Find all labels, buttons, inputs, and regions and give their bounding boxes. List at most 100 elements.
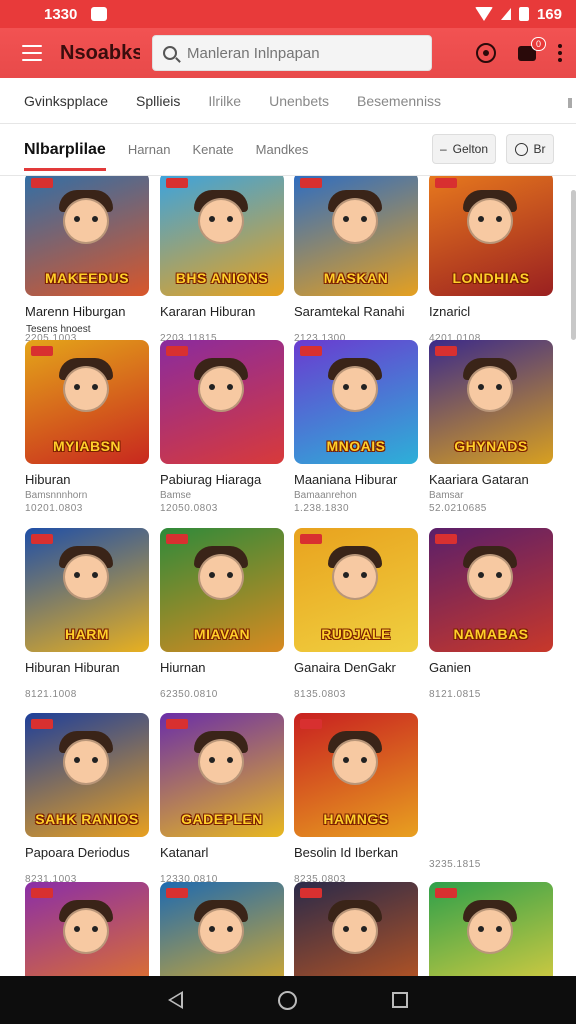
character-face bbox=[198, 739, 244, 785]
game-card[interactable]: LONDHIAS Iznaricl 4201.0108 bbox=[429, 176, 553, 344]
search-bar[interactable] bbox=[152, 35, 432, 71]
game-card[interactable]: 3235.1815 bbox=[429, 713, 553, 870]
thumbnail-tag bbox=[166, 888, 188, 898]
game-thumbnail[interactable]: NAMABAS bbox=[429, 528, 553, 652]
status-icons: 169 bbox=[474, 6, 562, 23]
game-card[interactable]: GHYNADS Kaariara Gataran Bamsar 52.0210685 bbox=[429, 340, 553, 514]
game-thumbnail[interactable]: MASKAN bbox=[294, 176, 418, 296]
game-title[interactable]: Kararan Hiburan bbox=[160, 304, 284, 319]
nav-item-5[interactable]: Besemenniss bbox=[357, 93, 441, 109]
thumbnail-tag bbox=[166, 534, 188, 544]
game-card[interactable]: MAKEEDUS Marenn Hiburgan 2205.1003 bbox=[25, 176, 149, 344]
thumbnail-title: MAKEEDUS bbox=[44, 270, 130, 286]
tab-3[interactable]: Kenate bbox=[192, 142, 233, 157]
sort-button[interactable]: Br bbox=[506, 134, 554, 164]
search-icon bbox=[163, 46, 177, 60]
search-input[interactable] bbox=[187, 44, 407, 62]
game-title[interactable]: Besolin Id Iberkan bbox=[294, 845, 418, 860]
game-thumbnail[interactable]: GADEPLEN bbox=[160, 713, 284, 837]
game-thumbnail[interactable]: NIVANAES bbox=[25, 882, 149, 976]
tab-4[interactable]: Mandkes bbox=[256, 142, 309, 157]
game-thumbnail[interactable]: HAEKICS bbox=[429, 882, 553, 976]
game-title[interactable]: Ganien bbox=[429, 660, 553, 675]
game-card[interactable]: MYIABSN Hiburan Bamsnnnhorn 10201.0803 bbox=[25, 340, 149, 514]
game-meta: 3235.1815 bbox=[429, 859, 481, 870]
game-card[interactable]: RUDJALE Ganaira DenGakr 8135.0803 bbox=[294, 528, 418, 700]
game-thumbnail[interactable]: HARM bbox=[25, 528, 149, 652]
game-title[interactable]: Katanarl bbox=[160, 845, 284, 860]
thumbnail-tag bbox=[435, 534, 457, 544]
game-thumbnail[interactable]: GHYNADS bbox=[429, 340, 553, 464]
game-card[interactable]: NIVANAES bbox=[25, 882, 149, 976]
back-icon[interactable] bbox=[167, 991, 183, 1009]
tab-active[interactable]: Nlbarplilae bbox=[24, 141, 106, 171]
filter-button[interactable]: – Gelton bbox=[432, 134, 496, 164]
game-title[interactable]: Iznaricl bbox=[429, 304, 553, 319]
game-title[interactable]: Saramtekal Ranahi bbox=[294, 304, 418, 319]
character-face bbox=[332, 198, 378, 244]
game-title[interactable]: Maaniana Hiburar bbox=[294, 472, 418, 487]
nav-item-3[interactable]: Ilrilke bbox=[208, 93, 241, 109]
game-card[interactable] bbox=[294, 882, 418, 976]
game-thumbnail[interactable]: RUDJALE bbox=[294, 528, 418, 652]
character-face bbox=[198, 366, 244, 412]
game-thumbnail[interactable]: MAKEEDUS bbox=[25, 176, 149, 296]
character-face bbox=[332, 908, 378, 954]
menu-icon[interactable] bbox=[22, 45, 42, 61]
game-card[interactable]: NAMABAS Ganien 8121.0815 bbox=[429, 528, 553, 700]
recents-icon[interactable] bbox=[392, 992, 409, 1008]
game-thumbnail[interactable]: MYIABSN bbox=[25, 340, 149, 464]
thumbnail-tag bbox=[31, 534, 53, 544]
game-title[interactable]: Kaariara Gataran bbox=[429, 472, 553, 487]
game-card[interactable]: SAHK RANIOS Papoara Deriodus 8231.1003 bbox=[25, 713, 149, 885]
game-thumbnail[interactable] bbox=[160, 340, 284, 464]
game-title[interactable]: Papoara Deriodus bbox=[25, 845, 149, 860]
thumbnail-title: HARM bbox=[65, 626, 109, 642]
game-meta: 52.0210685 bbox=[429, 503, 487, 514]
app-title: Nsoabks bbox=[60, 41, 140, 64]
nav-item-4[interactable]: Unenbets bbox=[269, 93, 329, 109]
game-card[interactable]: GADEPLEN Katanarl 12330.0810 bbox=[160, 713, 284, 885]
game-card[interactable]: MNOAIS Maaniana Hiburar Bamaanrehon 1.238.1… bbox=[294, 340, 418, 514]
game-meta: 8135.0803 bbox=[294, 689, 346, 700]
game-card[interactable]: MASKAN Saramtekal Ranahi 2123.1300 bbox=[294, 176, 418, 344]
game-title[interactable]: Pabiurag Hiaraga bbox=[160, 472, 284, 487]
chat-icon[interactable]: 0 bbox=[518, 36, 546, 61]
game-thumbnail[interactable]: LONDHIAS bbox=[429, 176, 553, 296]
thumbnail-tag bbox=[31, 719, 53, 729]
notification-icon bbox=[91, 7, 108, 21]
home-icon[interactable] bbox=[277, 990, 297, 1010]
game-title[interactable]: Hiburan Hiburan bbox=[25, 660, 149, 675]
game-thumbnail[interactable] bbox=[294, 882, 418, 976]
game-card[interactable]: BHS ANIONS Kararan Hiburan 2203.11815 bbox=[160, 176, 284, 344]
thumbnail-title: MIAVAN bbox=[193, 626, 251, 642]
game-card[interactable]: Pabiurag Hiaraga Bamse 12050.0803 bbox=[160, 340, 284, 514]
scrollbar[interactable] bbox=[571, 190, 576, 340]
thumbnail-title: HAMNGS bbox=[323, 811, 389, 827]
game-thumbnail[interactable]: BHS ANIONS bbox=[160, 176, 284, 296]
game-thumbnail[interactable]: MIRUON bbox=[160, 882, 284, 976]
record-icon[interactable] bbox=[476, 43, 496, 63]
game-title[interactable]: Hiburan bbox=[25, 472, 149, 487]
game-title[interactable]: Marenn Hiburgan bbox=[25, 304, 149, 319]
character-face bbox=[467, 554, 513, 600]
nav-item-marketplace[interactable]: Gvinkspplace bbox=[24, 93, 108, 109]
game-thumbnail[interactable]: HAMNGS bbox=[294, 713, 418, 837]
game-card[interactable]: HARM Hiburan Hiburan 8121.1008 bbox=[25, 528, 149, 700]
game-thumbnail[interactable]: MNOAIS bbox=[294, 340, 418, 464]
game-title[interactable]: Hiurnan bbox=[160, 660, 284, 675]
game-meta: 1.238.1830 bbox=[294, 503, 350, 514]
more-options-icon[interactable] bbox=[558, 44, 562, 62]
game-thumbnail[interactable]: SAHK RANIOS bbox=[25, 713, 149, 837]
character-face bbox=[332, 554, 378, 600]
status-time: 1330 bbox=[44, 5, 78, 23]
game-title[interactable]: Ganaira DenGakr bbox=[294, 660, 418, 675]
game-card[interactable]: MIRUON bbox=[160, 882, 284, 976]
game-card[interactable]: MIAVAN Hiurnan 62350.0810 bbox=[160, 528, 284, 700]
game-card[interactable]: HAEKICS bbox=[429, 882, 553, 976]
tab-2[interactable]: Harnan bbox=[128, 142, 171, 157]
game-thumbnail[interactable]: MIAVAN bbox=[160, 528, 284, 652]
game-card[interactable]: HAMNGS Besolin Id Iberkan 8235.0803 bbox=[294, 713, 418, 885]
nav-item-2[interactable]: Spllieis bbox=[136, 93, 180, 109]
thumbnail-title: SAHK RANIOS bbox=[35, 811, 139, 827]
